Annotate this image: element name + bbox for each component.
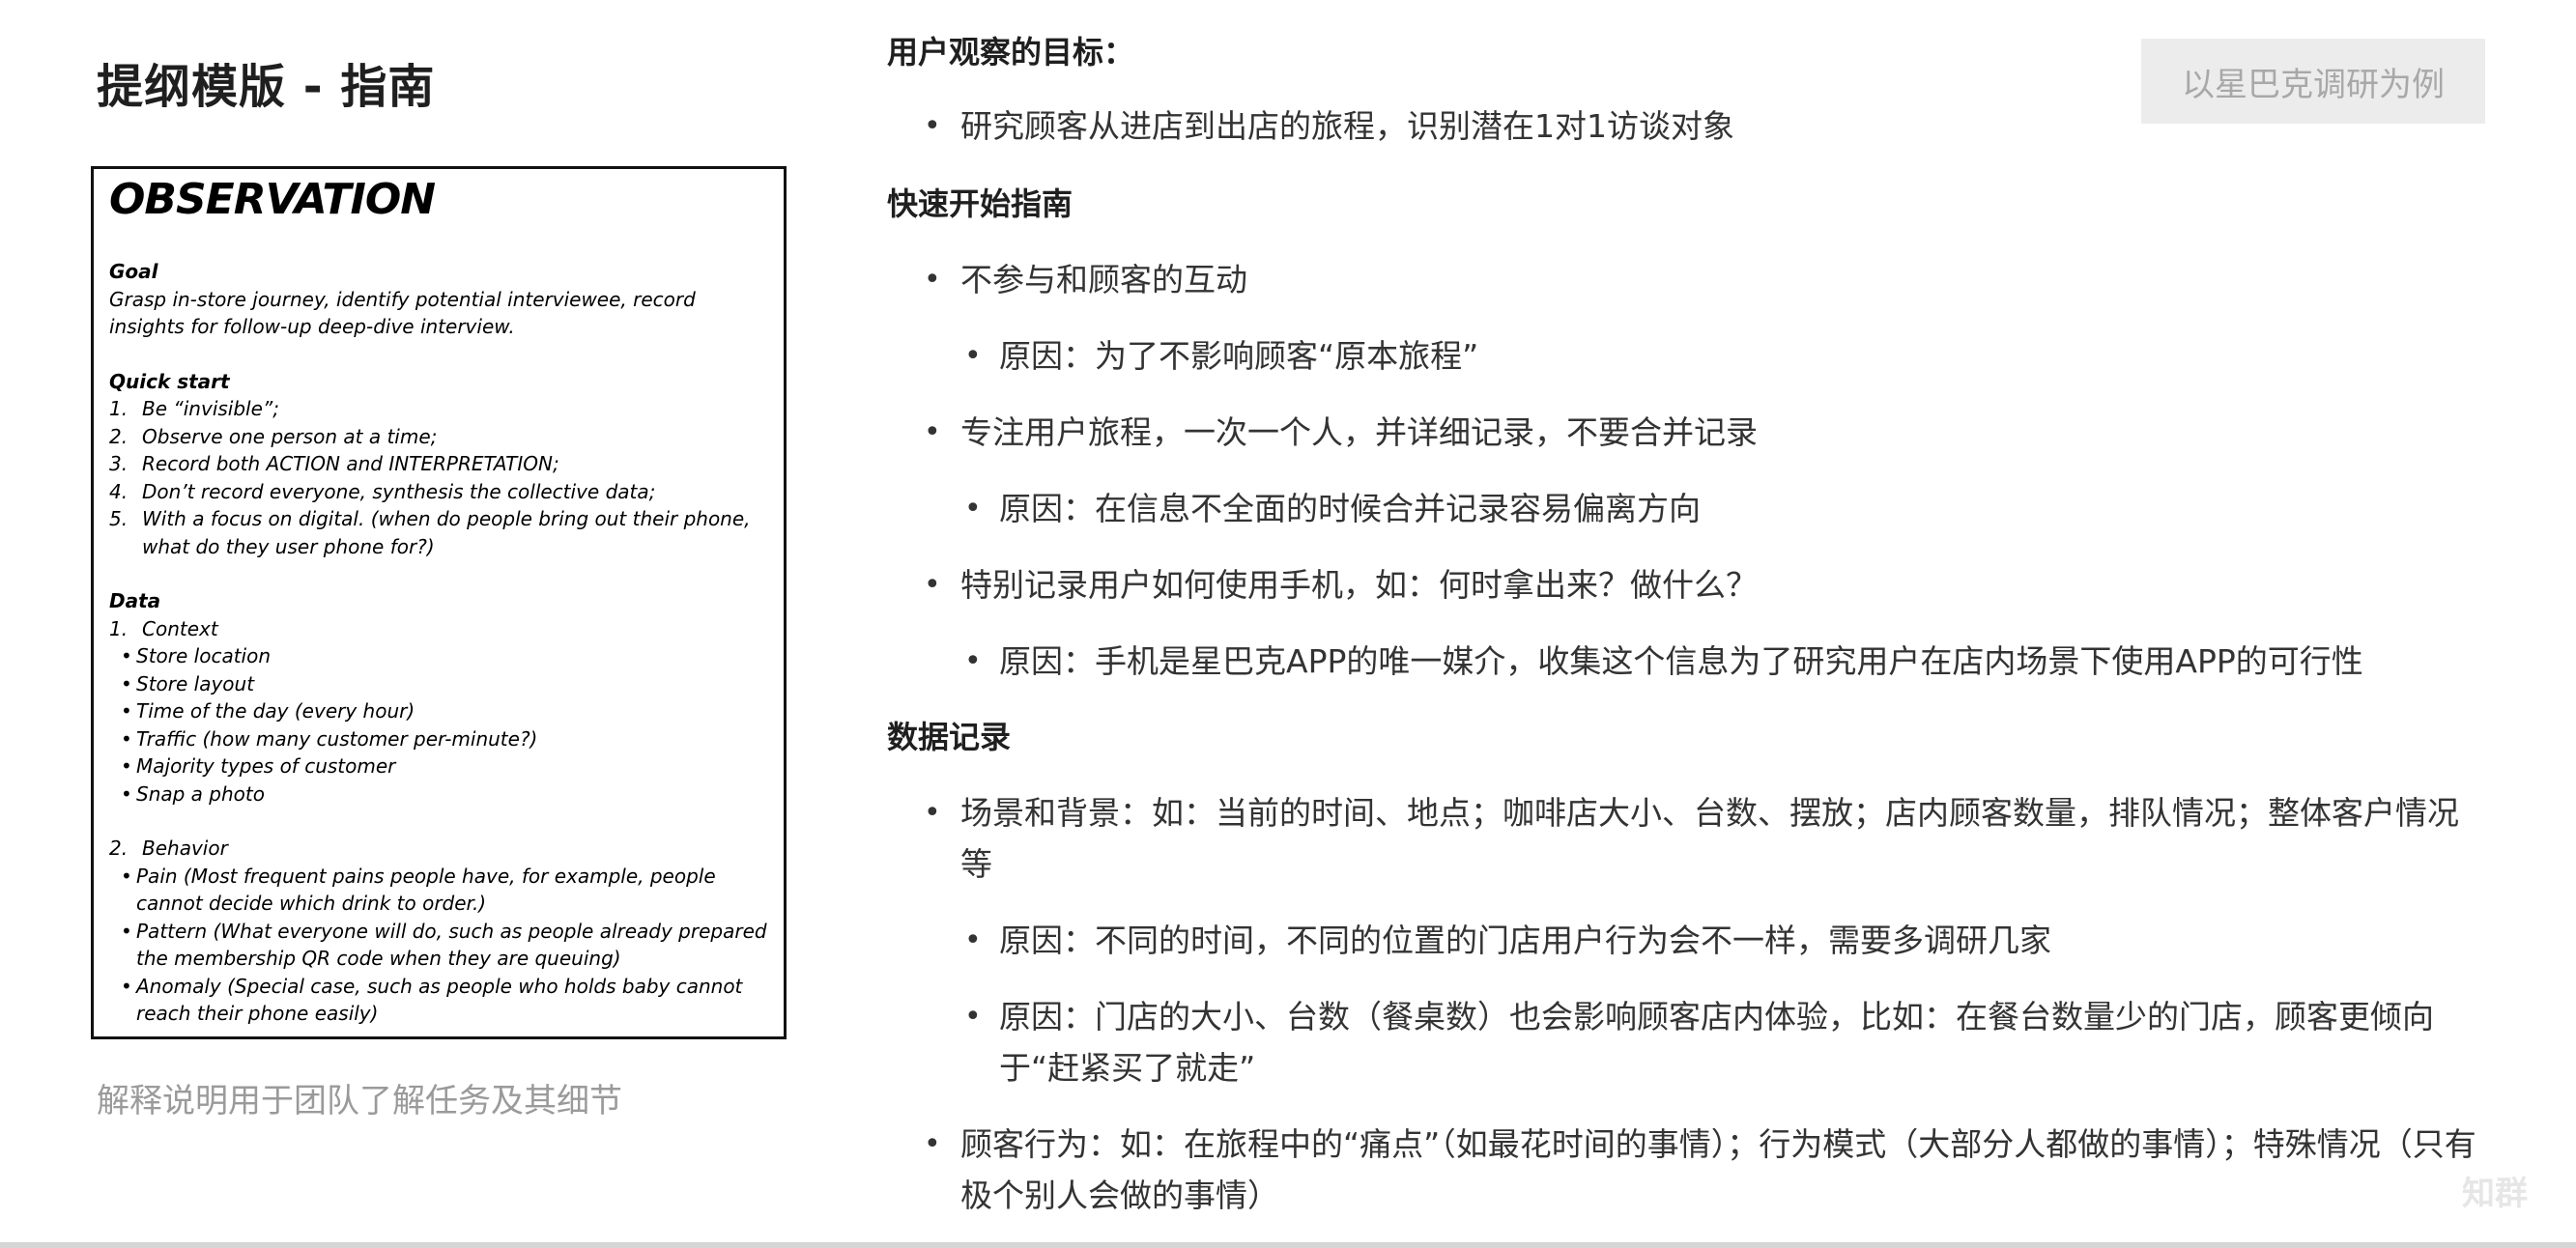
goal-text: Grasp in-store journey, identify potenti… (109, 287, 696, 339)
item-number: 1. (109, 397, 129, 420)
goal-section: Goal Grasp in-store journey, identify po… (109, 258, 770, 341)
quickstart-item: 不参与和顾客的互动 (887, 254, 2481, 305)
guide-content: 用户观察的目标： 研究顾客从进店到出店的旅程，识别潜在1对1访谈对象 快速开始指… (887, 27, 2481, 1221)
context-bullet: Majority types of customer (109, 752, 770, 780)
context-label: Context (142, 616, 218, 640)
context-bullet: Traffic (how many customer per-minute?) (109, 725, 770, 753)
goal-heading: 用户观察的目标： (887, 34, 1135, 71)
data-section: Data 1. Context Store location Store layo… (109, 587, 770, 1028)
item-number: 3. (109, 452, 129, 475)
quickstart-item: 特别记录用户如何使用手机，如：何时拿出来？做什么？ (887, 559, 2481, 610)
data-item: 顾客行为：如：在旅程中的“痛点”（如最花时间的事情）；行为模式（大部分人都做的事… (887, 1119, 2481, 1221)
quick-start-item: 1. Be “invisible”; (109, 395, 770, 423)
behavior-bullet: Pain (Most frequent pains people have, f… (109, 863, 770, 918)
goal-item: 研究顾客从进店到出店的旅程，识别潜在1对1访谈对象 (887, 100, 2481, 152)
context-bullet: Store location (109, 642, 770, 670)
data-reason: 原因：门店的大小、台数（餐桌数）也会影响顾客店内体验，比如：在餐台数量少的门店，… (887, 991, 2481, 1093)
context-title: 1. Context (109, 615, 770, 643)
context-bullet: Time of the day (every hour) (109, 697, 770, 725)
context-bullet: Store layout (109, 670, 770, 698)
bottom-divider (0, 1242, 2576, 1248)
observation-template-card: OBSERVATION Goal Grasp in-store journey,… (91, 166, 787, 1039)
item-number: 5. (109, 507, 129, 530)
goal-title: Goal (109, 260, 158, 283)
quick-start-item: 2. Observe one person at a time; (109, 423, 770, 451)
item-number: 4. (109, 479, 129, 503)
item-text: Don’t record everyone, synthesis the col… (142, 479, 656, 503)
quickstart-item: 专注用户旅程，一次一个人，并详细记录，不要合并记录 (887, 407, 2481, 458)
quickstart-reason: 原因：在信息不全面的时候合并记录容易偏离方向 (887, 483, 2481, 534)
data-item: 场景和背景：如：当前的时间、地点；咖啡店大小、台数、摆放；店内顾客数量，排队情况… (887, 787, 2481, 890)
data-reason: 原因：不同的时间，不同的位置的门店用户行为会不一样，需要多调研几家 (887, 915, 2481, 966)
context-number: 1. (109, 616, 129, 640)
item-text: With a focus on digital. (when do people… (142, 507, 751, 558)
item-text: Observe one person at a time; (142, 424, 438, 448)
quickstart-reason: 原因：手机是星巴克APP的唯一媒介，收集这个信息为了研究用户在店内场景下使用AP… (887, 636, 2481, 687)
quick-start-item: 5. With a focus on digital. (when do peop… (109, 505, 770, 560)
behavior-bullet: Pattern (What everyone will do, such as … (109, 918, 770, 973)
quick-start-title: Quick start (109, 369, 230, 393)
behavior-number: 2. (109, 837, 129, 860)
quick-start-item: 3. Record both ACTION and INTERPRETATION; (109, 450, 770, 478)
behavior-label: Behavior (142, 837, 228, 860)
item-text: Be “invisible”; (142, 397, 280, 420)
data-heading: 数据记录 (887, 719, 1012, 755)
item-text: Record both ACTION and INTERPRETATION; (142, 452, 559, 475)
item-number: 2. (109, 424, 129, 448)
quick-start-item: 4. Don’t record everyone, synthesis the c… (109, 478, 770, 506)
card-caption: 解释说明用于团队了解任务及其细节 (97, 1082, 622, 1120)
observation-heading: OBSERVATION (109, 175, 436, 224)
brand-watermark: 知群 (2462, 1175, 2528, 1213)
behavior-bullet: Anomaly (Special case, such as people wh… (109, 973, 770, 1028)
quickstart-reason: 原因：为了不影响顾客“原本旅程” (887, 330, 2481, 382)
quickstart-heading: 快速开始指南 (887, 185, 1073, 222)
context-bullet: Snap a photo (109, 780, 770, 808)
data-title: Data (109, 589, 161, 612)
page-title: 提纲模版 - 指南 (97, 60, 436, 114)
behavior-title: 2. Behavior (109, 835, 770, 863)
quick-start-section: Quick start 1. Be “invisible”; 2. Observe … (109, 368, 770, 561)
